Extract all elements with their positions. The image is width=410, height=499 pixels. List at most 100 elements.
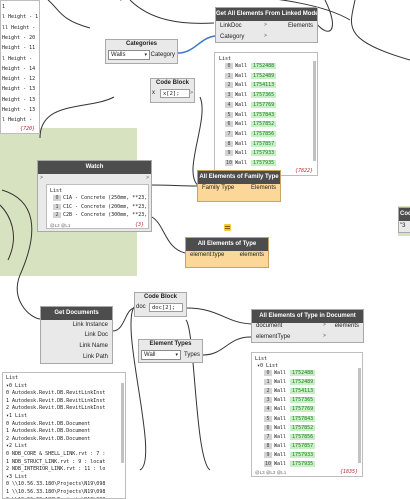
node-title[interactable]: Get Documents xyxy=(41,307,112,320)
output-port-link-doc[interactable]: Link Doc xyxy=(85,331,108,340)
watch-node[interactable]: Watch > > List 0 C1A - Concrete (250mm, *… xyxy=(37,160,152,232)
document-elements-list[interactable]: List ▾0 List 0 Wall 1752488 1 Wall 1752489 2 Wa… xyxy=(251,352,363,477)
code-text: "3 xyxy=(400,223,406,229)
list-text: 1 Autodesk.Revit.DB.RevitLinkInst xyxy=(6,397,106,404)
node-title[interactable]: Code xyxy=(399,208,410,221)
element-label: Wall xyxy=(235,92,248,99)
element-id-chip: 1752489 xyxy=(290,379,316,386)
element-id-chip: 1757365 xyxy=(290,397,316,404)
list-index: 10 xyxy=(264,461,272,467)
scrollbar[interactable] xyxy=(121,383,124,463)
node-title[interactable]: Categories xyxy=(106,40,177,49)
list-index: 5 xyxy=(264,415,272,422)
input-port-doc[interactable]: doc xyxy=(136,303,146,312)
code-block-node[interactable]: Code Block x x[2]; > xyxy=(150,78,195,103)
all-elements-family-type-node[interactable]: All Elements of Family Type Family Type … xyxy=(197,170,281,202)
element-type-dropdown[interactable]: Wall ▾ xyxy=(141,350,181,360)
element-label: Wall xyxy=(235,121,248,128)
list-header: List xyxy=(50,188,63,194)
node-title[interactable]: All Elements of Family Type xyxy=(198,171,280,184)
element-id-chip: 1752488 xyxy=(290,370,316,376)
node-title[interactable]: Watch xyxy=(38,161,151,174)
list-item: 1 Wall 1752489 xyxy=(264,379,316,386)
watch-list-panel[interactable]: List 0C1A - Concrete (250mm, **23, Non1C… xyxy=(46,184,149,229)
list-item: 6 Wall 1757852 xyxy=(225,121,277,128)
element-label: Wall xyxy=(274,433,287,440)
list-item: 7 Wall 1757856 xyxy=(264,433,316,440)
output-port-elements[interactable]: Elements xyxy=(288,22,313,31)
node-title[interactable]: Code Block xyxy=(135,293,186,302)
output-port-link-instance[interactable]: Link Instance xyxy=(73,321,108,330)
input-port-element-type[interactable]: element:type xyxy=(190,251,224,260)
all-elements-of-type-node[interactable]: All Elements of Type element:type elemen… xyxy=(185,237,269,268)
wire xyxy=(151,216,186,254)
right-edge-code-node[interactable]: Code "3 xyxy=(398,207,410,233)
dropdown-value: Walls xyxy=(111,52,126,58)
list-item: Height - 13 xyxy=(2,107,35,113)
node-title[interactable]: All Elements of Type xyxy=(186,238,268,251)
node-title[interactable]: Element Types xyxy=(139,340,202,349)
element-types-node[interactable]: Element Types Wall ▾ Types xyxy=(138,339,203,363)
code-editor[interactable]: x[2]; xyxy=(160,89,190,98)
element-id-chip: 1757843 xyxy=(251,111,277,118)
element-label: Wall xyxy=(274,406,287,413)
output-port-types[interactable]: Types xyxy=(184,351,200,360)
element-label: Wall xyxy=(274,424,287,431)
list-item: 2 NDB_INTERIOR_LINK.rvt : 11 : lo xyxy=(6,466,105,472)
element-label: Wall xyxy=(235,101,248,108)
get-documents-watch-panel[interactable]: List ▾0 List 0 Autodesk.Revit.DB.RevitLink… xyxy=(2,372,126,499)
code-block-node-2[interactable]: Code Block doc doc[2]; xyxy=(134,292,187,317)
code-editor[interactable]: doc[2]; xyxy=(149,303,183,312)
list-text: 2 NDB_INTERIOR_LINK.rvt : 11 : lo xyxy=(6,466,106,473)
wire xyxy=(47,0,91,29)
element-id-chip: 1757769 xyxy=(290,406,316,413)
node-title[interactable]: Code Block xyxy=(151,79,194,88)
output-port-elements[interactable]: Elements xyxy=(251,184,276,193)
output-port-elements[interactable]: elements xyxy=(240,251,264,260)
category-dropdown[interactable]: Walls ▾ xyxy=(108,50,150,60)
list-index: 7 xyxy=(264,433,272,440)
list-index: 10 xyxy=(225,160,233,166)
list-subheader: ▾0 List xyxy=(257,363,279,369)
input-port-linkdoc[interactable]: LinkDoc xyxy=(220,22,242,31)
scrollbar[interactable] xyxy=(358,368,361,463)
list-text: l Height - xyxy=(2,55,33,62)
input-port-family-type[interactable]: Family Type xyxy=(202,184,234,193)
element-id-chip: 1752489 xyxy=(251,72,277,79)
output-port-elements[interactable]: elements xyxy=(335,322,359,331)
chevron-down-icon: ▾ xyxy=(144,52,147,58)
input-port-element-type[interactable]: elementType xyxy=(256,333,290,342)
element-label: Wall xyxy=(235,130,248,137)
list-index: 5 xyxy=(225,111,233,118)
linked-elements-list[interactable]: List 0 Wall 1752488 1 Wall 1752489 2 Wall 175411… xyxy=(214,52,318,176)
wire xyxy=(185,307,253,325)
get-documents-node[interactable]: Get Documents Link Instance Link Doc Lin… xyxy=(40,306,113,364)
output-port-link-name[interactable]: Link Name xyxy=(79,342,108,351)
categories-node[interactable]: Categories Walls ▾ Category xyxy=(105,39,178,64)
list-text: Height - 12 xyxy=(2,76,36,83)
list-level-footer: @L2 @L1 xyxy=(50,223,71,228)
dynamo-canvas[interactable]: 1 l Height - 1 ll Height - Height - 20 Heigh… xyxy=(0,0,410,499)
input-port-document[interactable]: document xyxy=(256,322,282,331)
list-item: Height - 14 xyxy=(2,66,35,72)
list-item: 1C1C - Concrete (200mm, **23, Non xyxy=(53,203,148,210)
scrollbar[interactable] xyxy=(313,61,316,161)
list-item: 2C2B - Concrete (300mm, **23, Stru xyxy=(53,212,148,218)
list-index: 0 xyxy=(225,63,233,69)
all-elements-type-in-document-node[interactable]: All Elements of Type in Document documen… xyxy=(251,309,364,343)
port-chevron-icon: > xyxy=(264,22,267,28)
list-header: List xyxy=(255,356,268,362)
element-id-chip: 1757365 xyxy=(251,92,277,99)
input-port-category[interactable]: Category xyxy=(220,33,244,42)
list-text: Height - 13 xyxy=(2,86,36,93)
output-port-category[interactable]: Category xyxy=(151,51,175,60)
output-port-link-path[interactable]: Link Path xyxy=(83,353,108,362)
input-port-x[interactable]: x xyxy=(152,89,155,98)
list-item: 3 Wall 1757365 xyxy=(264,397,316,404)
note-icon[interactable] xyxy=(224,224,231,231)
get-all-elements-linked-model-node[interactable]: Get All Elements From Linked Model LinkD… xyxy=(215,7,318,43)
element-id-chip: 1757852 xyxy=(251,121,277,128)
chevron-down-icon: ▾ xyxy=(175,352,178,358)
node-title[interactable]: Get All Elements From Linked Model xyxy=(216,8,317,21)
element-label: Wall xyxy=(274,442,287,449)
